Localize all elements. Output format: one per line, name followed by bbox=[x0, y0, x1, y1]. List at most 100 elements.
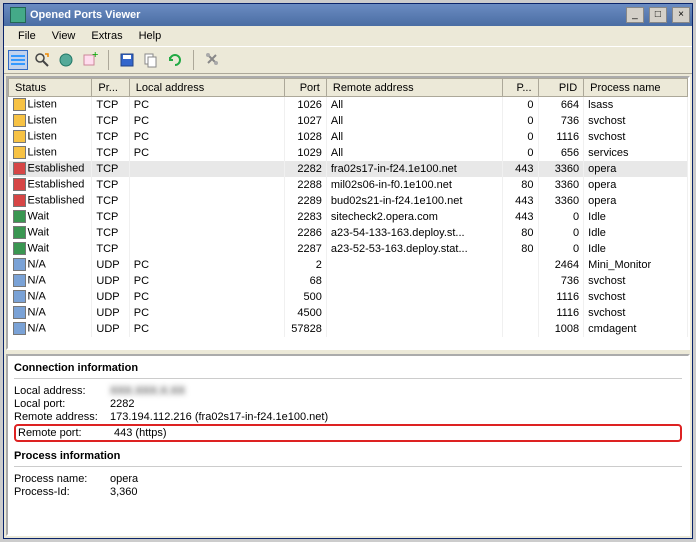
cell-remote: sitecheck2.opera.com bbox=[326, 209, 502, 225]
toggle-view-button[interactable] bbox=[8, 50, 28, 70]
cell-remote: All bbox=[326, 97, 502, 113]
cell-pid: 1116 bbox=[538, 129, 584, 145]
status-icon bbox=[13, 242, 26, 255]
col-local[interactable]: Local address bbox=[129, 79, 285, 97]
toolbar-separator bbox=[108, 50, 109, 70]
cell-port: 2287 bbox=[285, 241, 327, 257]
cell-pid: 3360 bbox=[538, 193, 584, 209]
cell-rport: 443 bbox=[503, 161, 538, 177]
col-pname[interactable]: Process name bbox=[584, 79, 688, 97]
cell-remote: All bbox=[326, 145, 502, 161]
cell-pname: Mini_Monitor bbox=[584, 257, 688, 273]
cell-port: 68 bbox=[285, 273, 327, 289]
col-rport[interactable]: P... bbox=[503, 79, 538, 97]
cell-remote: All bbox=[326, 129, 502, 145]
window-controls: _ □ × bbox=[624, 7, 690, 23]
table-row[interactable]: EstablishedTCP2288mil02s06-in-f0.1e100.n… bbox=[9, 177, 688, 193]
status-icon bbox=[13, 210, 26, 223]
cell-pid: 3360 bbox=[538, 177, 584, 193]
table-row[interactable]: N/AUDPPC5001116svchost bbox=[9, 289, 688, 305]
cell-pid: 1116 bbox=[538, 305, 584, 321]
ports-table-container[interactable]: Status Pr... Local address Port Remote a… bbox=[6, 76, 690, 350]
cell-proto: TCP bbox=[92, 113, 129, 129]
cell-pname: svchost bbox=[584, 289, 688, 305]
maximize-button[interactable]: □ bbox=[649, 7, 667, 23]
cell-port: 1027 bbox=[285, 113, 327, 129]
table-row[interactable]: ListenTCPPC1027All0736svchost bbox=[9, 113, 688, 129]
save-button[interactable] bbox=[117, 50, 137, 70]
cell-pname: opera bbox=[584, 177, 688, 193]
table-row[interactable]: ListenTCPPC1028All01116svchost bbox=[9, 129, 688, 145]
cell-status: Established bbox=[9, 193, 92, 209]
menu-help[interactable]: Help bbox=[131, 28, 170, 44]
status-icon bbox=[13, 322, 26, 335]
menu-extras[interactable]: Extras bbox=[83, 28, 130, 44]
col-remote[interactable]: Remote address bbox=[326, 79, 502, 97]
cell-status: N/A bbox=[9, 257, 92, 273]
table-row[interactable]: N/AUDPPC22464Mini_Monitor bbox=[9, 257, 688, 273]
table-row[interactable]: ListenTCPPC1026All0664lsass bbox=[9, 97, 688, 113]
cell-pname: lsass bbox=[584, 97, 688, 113]
settings-button[interactable] bbox=[202, 50, 222, 70]
cell-port: 2283 bbox=[285, 209, 327, 225]
cell-proto: UDP bbox=[92, 257, 129, 273]
cell-local: PC bbox=[129, 145, 285, 161]
add-note-button[interactable]: + bbox=[80, 50, 100, 70]
local-addr-key: Local address: bbox=[14, 385, 110, 397]
cell-local: PC bbox=[129, 305, 285, 321]
table-row[interactable]: WaitTCP2286a23-54-133-163.deploy.st...80… bbox=[9, 225, 688, 241]
cell-local: PC bbox=[129, 289, 285, 305]
copy-button[interactable] bbox=[141, 50, 161, 70]
cell-status: Established bbox=[9, 161, 92, 177]
col-pid[interactable]: PID bbox=[538, 79, 584, 97]
cell-remote bbox=[326, 289, 502, 305]
local-port-key: Local port: bbox=[14, 398, 110, 410]
cell-rport bbox=[503, 289, 538, 305]
cell-remote: All bbox=[326, 113, 502, 129]
cell-rport: 0 bbox=[503, 145, 538, 161]
table-row[interactable]: EstablishedTCP2289bud02s21-in-f24.1e100.… bbox=[9, 193, 688, 209]
globe-button[interactable] bbox=[56, 50, 76, 70]
cell-pid: 656 bbox=[538, 145, 584, 161]
table-row[interactable]: ListenTCPPC1029All0656services bbox=[9, 145, 688, 161]
col-status[interactable]: Status bbox=[9, 79, 92, 97]
magnify-button[interactable] bbox=[32, 50, 52, 70]
cell-pname: Idle bbox=[584, 225, 688, 241]
col-port[interactable]: Port bbox=[285, 79, 327, 97]
cell-rport: 0 bbox=[503, 113, 538, 129]
table-row[interactable]: WaitTCP2283sitecheck2.opera.com4430Idle bbox=[9, 209, 688, 225]
menu-view[interactable]: View bbox=[44, 28, 84, 44]
cell-status: Established bbox=[9, 177, 92, 193]
proc-name-value: opera bbox=[110, 473, 138, 485]
cell-port: 2288 bbox=[285, 177, 327, 193]
status-icon bbox=[13, 258, 26, 271]
minimize-button[interactable]: _ bbox=[626, 7, 644, 23]
cell-local: PC bbox=[129, 273, 285, 289]
status-icon bbox=[13, 226, 26, 239]
table-row[interactable]: WaitTCP2287a23-52-53-163.deploy.stat...8… bbox=[9, 241, 688, 257]
cell-status: N/A bbox=[9, 321, 92, 337]
cell-pname: opera bbox=[584, 193, 688, 209]
svg-text:+: + bbox=[92, 52, 98, 61]
cell-local: PC bbox=[129, 97, 285, 113]
remote-port-value: 443 (https) bbox=[114, 427, 167, 439]
cell-remote bbox=[326, 321, 502, 337]
table-row[interactable]: N/AUDPPC45001116svchost bbox=[9, 305, 688, 321]
cell-local bbox=[129, 193, 285, 209]
cell-proto: UDP bbox=[92, 321, 129, 337]
cell-proto: TCP bbox=[92, 161, 129, 177]
status-icon bbox=[13, 178, 26, 191]
close-button[interactable]: × bbox=[672, 7, 690, 23]
col-proto[interactable]: Pr... bbox=[92, 79, 129, 97]
cell-rport: 443 bbox=[503, 193, 538, 209]
cell-local bbox=[129, 161, 285, 177]
refresh-button[interactable] bbox=[165, 50, 185, 70]
cell-proto: UDP bbox=[92, 273, 129, 289]
conn-info-heading: Connection information bbox=[14, 362, 682, 379]
table-row[interactable]: N/AUDPPC68736svchost bbox=[9, 273, 688, 289]
menu-file[interactable]: File bbox=[10, 28, 44, 44]
table-row[interactable]: EstablishedTCP2282fra02s17-in-f24.1e100.… bbox=[9, 161, 688, 177]
cell-rport: 443 bbox=[503, 209, 538, 225]
cell-proto: TCP bbox=[92, 129, 129, 145]
table-row[interactable]: N/AUDPPC578281008cmdagent bbox=[9, 321, 688, 337]
